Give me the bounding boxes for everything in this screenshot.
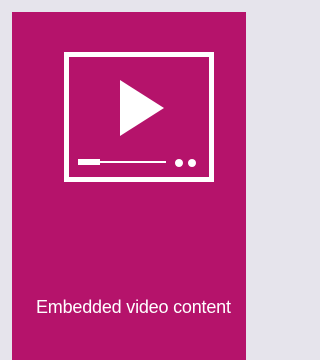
embedded-video-card[interactable]: Embedded video content (12, 12, 246, 360)
play-icon (120, 80, 164, 136)
video-player-icon (64, 52, 214, 182)
video-caption: Embedded video content (36, 297, 231, 317)
